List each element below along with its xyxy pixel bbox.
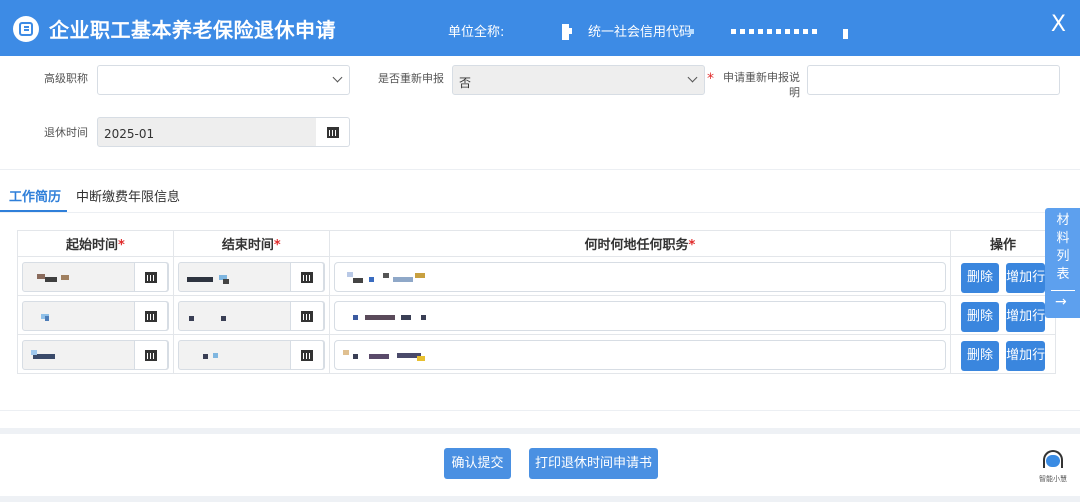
work-history-table: 起始时间* 结束时间* 何时何地任何职务* 操作 删除 增加行 删除 增加行 删…: [17, 230, 1056, 374]
material-list-label: 材料列表: [1056, 213, 1070, 282]
close-button[interactable]: X: [1051, 14, 1066, 36]
table-row: 删除 增加行: [17, 334, 1056, 374]
end-time-input[interactable]: [177, 301, 325, 331]
actions-cell: 删除 增加行: [950, 256, 1056, 296]
confirm-submit-button[interactable]: 确认提交: [444, 448, 511, 479]
unit-name-redacted: [567, 28, 572, 34]
position-input[interactable]: [333, 262, 947, 292]
tab-divider: [0, 212, 1080, 213]
end-time-cell: [172, 295, 330, 335]
position-cell: [328, 334, 952, 374]
date-picker-button[interactable]: [134, 340, 168, 370]
calendar-icon: [300, 350, 313, 361]
senior-title-select[interactable]: [97, 65, 350, 95]
credit-code-redacted: [731, 29, 819, 34]
reapply-select[interactable]: 否: [452, 65, 705, 95]
table-header-row: 起始时间* 结束时间* 何时何地任何职务* 操作: [17, 230, 1056, 257]
actions-cell: 删除 增加行: [950, 334, 1056, 374]
retire-time-input[interactable]: 2025-01: [97, 117, 317, 147]
reapply-label: 是否重新申报: [378, 72, 444, 85]
table-row: 删除 增加行: [17, 256, 1056, 296]
start-time-cell: [17, 334, 174, 374]
column-header-position: 何时何地任何职务*: [328, 230, 952, 257]
position-cell: [328, 295, 952, 335]
app-logo-icon: [13, 16, 39, 42]
credit-code-redacted: [843, 29, 848, 39]
delete-row-button[interactable]: 删除: [961, 263, 1000, 293]
assistant-button[interactable]: 智能小慧: [1036, 450, 1070, 483]
section-divider: [0, 169, 1080, 170]
calendar-icon: [145, 350, 157, 361]
reapply-note-label: 申请重新申报说明: [723, 71, 800, 99]
start-time-cell: [17, 256, 174, 296]
column-header-actions: 操作: [950, 230, 1056, 257]
calendar-icon: [300, 272, 313, 283]
actions-cell: 删除 增加行: [950, 295, 1056, 335]
add-row-button[interactable]: 增加行: [1006, 302, 1045, 332]
end-time-input[interactable]: [177, 262, 325, 292]
date-picker-button[interactable]: [134, 301, 168, 331]
reapply-note-input[interactable]: [807, 65, 1060, 95]
calendar-icon: [145, 272, 157, 283]
end-time-cell: [172, 334, 330, 374]
header-bar: 企业职工基本养老保险退休申请 单位全称: 统一社会信用代码 X: [0, 0, 1080, 56]
assistant-label: 智能小慧: [1039, 475, 1067, 483]
tab-payment-interruption[interactable]: 中断缴费年限信息: [76, 186, 180, 205]
credit-code-label: 统一社会信用代码: [588, 25, 693, 40]
position-input[interactable]: [333, 340, 947, 370]
bottom-divider: [0, 410, 1080, 411]
print-application-button[interactable]: 打印退休时间申请书: [529, 448, 658, 479]
start-time-input[interactable]: [22, 301, 169, 331]
column-header-end: 结束时间*: [172, 230, 330, 257]
retire-time-label: 退休时间: [44, 126, 88, 139]
required-mark: *: [707, 71, 714, 87]
date-picker-button[interactable]: [289, 262, 324, 292]
column-header-start: 起始时间*: [17, 230, 174, 257]
date-picker-button[interactable]: [134, 262, 168, 292]
calendar-icon: [300, 311, 313, 322]
unit-name-label: 单位全称:: [448, 25, 505, 40]
calendar-icon: [145, 311, 157, 322]
credit-code-redacted: [689, 29, 694, 34]
arrow-right-icon[interactable]: →: [1055, 294, 1067, 310]
chevron-down-icon: [332, 72, 343, 83]
position-cell: [328, 256, 952, 296]
retire-date-picker-button[interactable]: [316, 117, 350, 147]
start-time-input[interactable]: [22, 262, 169, 292]
position-input[interactable]: [333, 301, 947, 331]
form-card: 高级职称 是否重新申报 否 * 申请重新申报说明 退休时间 2025-01 工作…: [0, 56, 1080, 428]
start-time-input[interactable]: [22, 340, 169, 370]
end-time-input[interactable]: [177, 340, 325, 370]
date-picker-button[interactable]: [289, 301, 324, 331]
material-list-panel[interactable]: 材料列表 →: [1045, 208, 1080, 318]
delete-row-button[interactable]: 删除: [961, 341, 1000, 371]
add-row-button[interactable]: 增加行: [1006, 263, 1045, 293]
tab-work-history[interactable]: 工作简历: [9, 186, 61, 205]
add-row-button[interactable]: 增加行: [1006, 341, 1045, 371]
chevron-down-icon: [687, 72, 698, 83]
page-title: 企业职工基本养老保险退休申请: [49, 18, 336, 42]
start-time-cell: [17, 295, 174, 335]
delete-row-button[interactable]: 删除: [961, 302, 1000, 332]
end-time-cell: [172, 256, 330, 296]
senior-title-label: 高级职称: [44, 72, 88, 85]
table-row: 删除 增加行: [17, 295, 1056, 335]
side-divider: [1051, 290, 1075, 291]
footer-bar: 确认提交 打印退休时间申请书 智能小慧: [0, 434, 1080, 496]
calendar-icon: [327, 127, 339, 138]
date-picker-button[interactable]: [289, 340, 324, 370]
